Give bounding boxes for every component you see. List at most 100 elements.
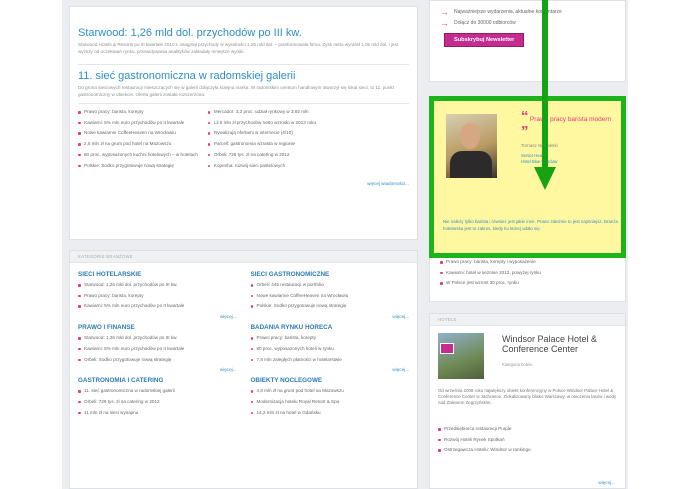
newsletter-benefit-text: Dołącz do 30000 odbiorców — [454, 20, 516, 26]
divider — [78, 103, 409, 104]
hotel-link-item[interactable]: Rozwój Hoteli Rynek Spotkań — [438, 437, 618, 443]
news-link-item[interactable]: Polskie: Sodko przygotowuje nową strateg… — [78, 163, 198, 169]
more-news-link[interactable]: więcej wiadomości... — [78, 181, 409, 186]
category-link-item[interactable]: Kawiarni: 5% mln euro przychodów po II k… — [78, 303, 237, 309]
close-quote-icon: ” — [521, 123, 529, 140]
person-role: Senior Head — [521, 153, 545, 158]
category-link-item[interactable]: Polskie: Sodko przygotowuje nową strateg… — [250, 303, 410, 309]
newsletter-card: → Najważniejsze wydarzenia, aktualne kome… — [429, 0, 626, 82]
category-section: OBIEKTY NOCLEGOWE 4,6 mln zł na grunt pod… — [250, 377, 410, 420]
suit — [450, 151, 492, 178]
category-section: SIECI HOTELARSKIE Starwood: 1,26 mld dol.… — [78, 271, 237, 324]
news-body-2: Do grona sieciowych restauracji mieszczą… — [78, 85, 394, 97]
sidebar-link-item[interactable]: W Polsce jest wzrost 30 proc. rynku — [440, 280, 615, 286]
news-links-right: Mercador: 3,3 proc. udział rynkowy w 3,9… — [207, 109, 316, 173]
category-link-item[interactable]: Orbeli: 726 tys. zł na catering w 2012 — [78, 399, 237, 405]
news-link-item[interactable]: Lil 5 mln zł przychodów netto wzrosło w … — [207, 120, 316, 126]
category-section: GASTRONOMIA I CATERING 11. sieć gastronom… — [78, 377, 237, 420]
category-title[interactable]: PRAWO I FINANSE — [78, 324, 237, 331]
video-play-icon[interactable] — [440, 343, 454, 354]
category-link-item[interactable]: Orbeli: 445 restauracji w portfolio — [250, 282, 410, 288]
hotel-links: Przedsiębiorca restauracji Purple Rozwój … — [438, 426, 618, 458]
sidebar-link-item[interactable]: Prawo pracy: barista, korepty i wyposaże… — [440, 259, 615, 265]
hotel-name[interactable]: Windsor Palace Hotel & Conference Center — [502, 334, 617, 354]
news-link-item[interactable]: Rywalizują ofertami w internecie (4/10) — [207, 130, 316, 136]
sidebar-link-item[interactable]: Kawiarni: hotel w sezonie 2012, powyżej … — [440, 270, 615, 276]
category-link-item[interactable]: 80 proc. wyposażonych hoteli w rynku — [250, 346, 410, 352]
category-link-item[interactable]: 11 mln zł na sieci wynajmu — [78, 410, 237, 416]
hotel-more-link[interactable]: więcej... — [598, 480, 615, 485]
green-arrow-head-icon — [534, 167, 556, 190]
category-link-item[interactable]: Prawo pracy: barista, korepty — [250, 335, 410, 341]
news-links: Prawo pracy: barista, korepty Kawiarni: 5… — [78, 109, 409, 173]
divider — [78, 64, 409, 65]
news-link-item[interactable]: Kawiarni: 5% mln euro przychodów po II k… — [78, 120, 198, 126]
category-link-item[interactable]: Kawiarni: 5% mln euro przychodów po II k… — [78, 346, 237, 352]
category-title[interactable]: GASTRONOMIA I CATERING — [78, 377, 237, 384]
arrow-right-icon: → — [440, 7, 449, 17]
category-list: Orbeli: 445 restauracji w portfolio Nowe … — [250, 282, 410, 309]
category-title[interactable]: SIECI GASTRONOMICZNE — [251, 271, 410, 278]
category-link-item[interactable]: Starwood: 1,26 mld dol. przychodów po II… — [78, 335, 237, 341]
category-more-link[interactable]: więcej... — [78, 314, 237, 319]
news-headline-1[interactable]: Starwood: 1,26 mld dol. przychodów po II… — [78, 27, 409, 40]
category-more-link[interactable]: więcej... — [78, 367, 237, 372]
newsletter-list: → Najważniejsze wydarzenia, aktualne kome… — [430, 1, 625, 28]
green-arrow-shaft — [542, 0, 548, 168]
category-list: Prawo pracy: barista, korepty 80 proc. wy… — [250, 335, 410, 363]
news-link-item[interactable]: 2,5 mln zł na grunt pod hotel na Mazowsz… — [78, 141, 198, 147]
category-more-link[interactable]: więcej... — [251, 367, 409, 372]
category-list: Starwood: 1,26 mld dol. przychodów po II… — [78, 282, 237, 309]
category-list: 4,6 mln zł na grunt pod hotel na Mazowsz… — [250, 388, 410, 416]
subscribe-newsletter-button[interactable]: Subskrybuj Newsletter — [444, 33, 525, 47]
category-link-item[interactable]: Nowe kawiarnie CoffeeHeaven na Wrocławiu — [250, 293, 410, 299]
hotel-photo[interactable] — [438, 333, 484, 379]
category-more-link[interactable]: więcej... — [251, 314, 409, 319]
news-link-item[interactable]: 80 proc. wyposażonych kuchni hotelowych … — [78, 152, 198, 158]
person-company: Hotel Blue Wroclaw — [521, 159, 558, 164]
hotel-link-item[interactable]: Ostrzegawcza Hotelu: Windsor w rankingu — [438, 447, 618, 453]
category-list: 11. sieć gastronomiczna w radomskiej gal… — [78, 388, 237, 415]
categories-header: KATEGORIE BRANŻOWE — [70, 251, 417, 263]
category-link-item[interactable]: 4,6 mln zł na grunt pod hotel na Mazowsz… — [250, 388, 410, 394]
category-section: PRAWO I FINANSE Starwood: 1,26 mld dol. p… — [78, 324, 237, 377]
category-title[interactable]: SIECI HOTELARSKIE — [78, 271, 237, 278]
person-name: Tomasz Nowakski — [521, 143, 558, 148]
category-section: SIECI GASTRONOMICZNE Orbeli: 445 restaura… — [250, 271, 410, 324]
expert-photo — [446, 114, 497, 178]
category-list: Starwood: 1,26 mld dol. przychodów po II… — [78, 335, 237, 362]
news-headline-2[interactable]: 11. sieć gastronomiczna w radomskiej gal… — [78, 70, 409, 83]
category-link-item[interactable]: Orbeli: Sodko przygotowuje nową strategi… — [78, 357, 237, 363]
newsletter-benefit: → Dołącz do 30000 odbiorców — [440, 18, 615, 28]
quote-body: Nie należy tylko barista i również jest … — [443, 219, 618, 231]
category-link-item[interactable]: 14,2 mln zł na hotel w Gdańsku — [250, 410, 410, 416]
category-link-item[interactable]: Modernizacja hotelu Royal Resort & Spa — [250, 399, 410, 405]
news-link-item[interactable]: Orbeli: 726 tys. zł na catering w 2012 — [207, 152, 316, 158]
news-links-left: Prawo pracy: barista, korepty Kawiarni: 5… — [78, 109, 198, 173]
hotel-category: Kategoria hotelu — [502, 362, 533, 367]
news-link-item[interactable]: Nowe kawiarnie CoffeeHeaven na Wrocławiu — [78, 130, 198, 136]
news-card: Starwood: 1,26 mld dol. przychodów po II… — [69, 6, 418, 240]
hotel-card: HOTELE Windsor Palace Hotel & Conference… — [429, 313, 626, 489]
category-section: BADANIA RYNKU HORECA Prawo pracy: barista… — [250, 324, 410, 377]
hotel-header: HOTELE — [430, 314, 625, 326]
news-body-1: Starwood Hotels & Resorts po III kwartal… — [78, 42, 399, 54]
face — [460, 123, 480, 149]
category-title[interactable]: BADANIA RYNKU HORECA — [251, 324, 410, 331]
news-link-item[interactable]: Kopenha: rozwój sieci pastelowych — [207, 163, 316, 169]
category-link-item[interactable]: 7,8 mln zaległych płatności w hotelarstw… — [250, 357, 410, 363]
newsletter-benefit: → Najważniejsze wydarzenia, aktualne kome… — [440, 7, 615, 17]
arrow-right-icon: → — [440, 18, 449, 28]
news-link-item[interactable]: Mercador: 3,3 proc. udział rynkowy w 3,9… — [207, 109, 316, 115]
news-link-item[interactable]: Parcell: gastronomia wzrasta w regionie — [207, 141, 316, 147]
category-link-item[interactable]: Prawo pracy: barista, korepty — [78, 293, 237, 299]
news-link-item[interactable]: Prawo pracy: barista, korepty — [78, 109, 198, 115]
hotel-link-item[interactable]: Przedsiębiorca restauracji Purple — [438, 426, 618, 432]
categories-card: KATEGORIE BRANŻOWE SIECI HOTELARSKIE Star… — [69, 250, 418, 489]
category-title[interactable]: OBIEKTY NOCLEGOWE — [251, 377, 410, 384]
expert-quote-box: “ Prawo pracy barista modern ” Tomasz No… — [429, 96, 626, 258]
categories-grid: SIECI HOTELARSKIE Starwood: 1,26 mld dol.… — [70, 263, 417, 420]
category-link-item[interactable]: Starwood: 1,26 mld dol. przychodów po II… — [78, 282, 237, 288]
category-link-item[interactable]: 11. sieć gastronomiczna w radomskiej gal… — [78, 388, 237, 394]
hotel-description: Od września 2008 roku największy obiekt … — [438, 388, 617, 406]
